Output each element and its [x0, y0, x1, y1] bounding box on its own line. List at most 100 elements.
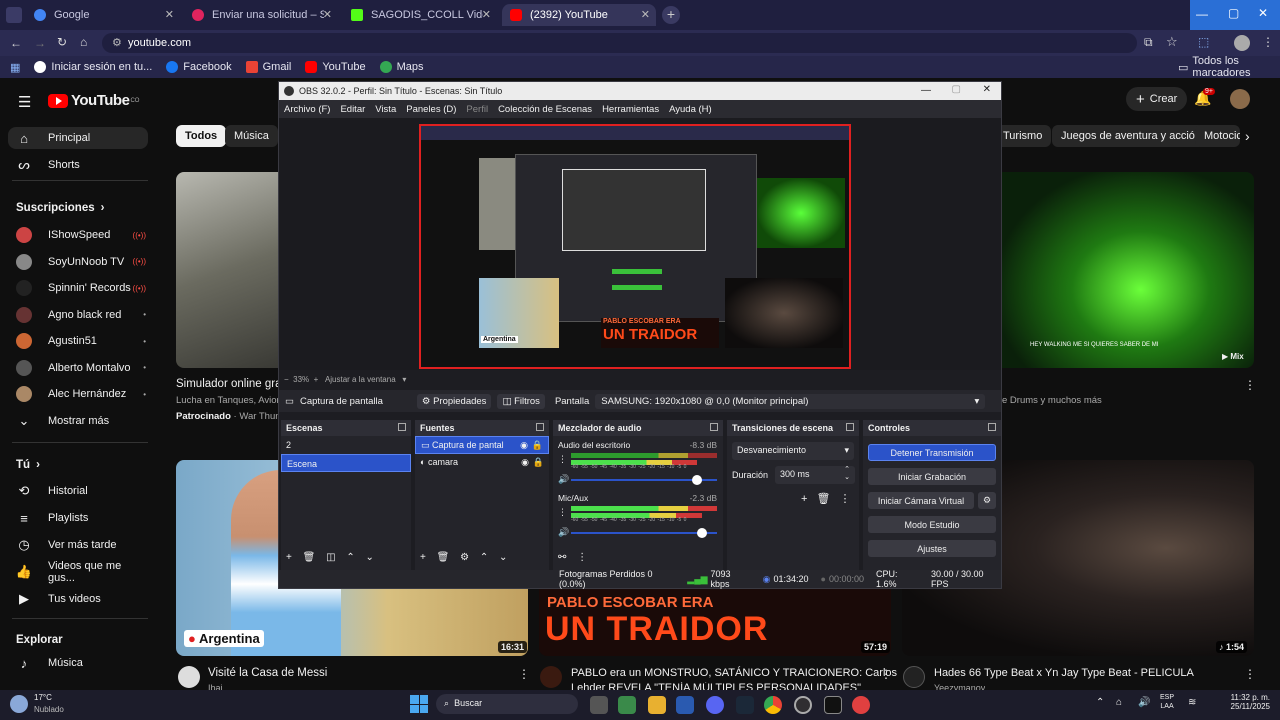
url-bar[interactable]: ⚙ youtube.com: [102, 33, 1137, 53]
chip-tourism[interactable]: Turismo: [994, 125, 1052, 147]
obs-taskbar-icon[interactable]: [794, 696, 812, 714]
chip-all[interactable]: Todos: [176, 125, 227, 147]
chevron-up-icon[interactable]: ⌃: [1096, 697, 1104, 708]
studio-mode-button[interactable]: Modo Estudio: [868, 516, 996, 533]
volume-slider-handle[interactable]: [691, 475, 702, 485]
source-item-camera[interactable]: ◐ camara ◉ 🔒: [415, 454, 549, 472]
weather-icon[interactable]: [10, 695, 28, 713]
stop-streaming-button[interactable]: Detener Transmisión: [868, 444, 996, 461]
close-icon[interactable]: ✕: [323, 8, 332, 21]
sidebar-item-music[interactable]: ♪ Música: [16, 652, 146, 674]
properties-button[interactable]: ⚙ Propiedades: [416, 393, 492, 409]
eye-icon[interactable]: ◉: [521, 457, 529, 468]
chevron-up-icon[interactable]: ⌃: [480, 552, 488, 563]
wifi-icon[interactable]: ≋: [1188, 697, 1196, 708]
gear-icon[interactable]: ⚙: [460, 552, 469, 563]
chrome-icon[interactable]: [764, 696, 782, 714]
sidebar-item-shorts[interactable]: ᔕ Shorts: [16, 154, 146, 176]
show-more[interactable]: ⌄ Mostrar más: [16, 410, 146, 432]
spin-arrows-icon[interactable]: ⌃ ⌄: [844, 466, 850, 482]
chip-adventure-games[interactable]: Juegos de aventura y acción: [1052, 125, 1211, 147]
channel-avatar[interactable]: [903, 666, 925, 688]
sidebar-channel[interactable]: Agustin51 •: [16, 330, 146, 352]
sidebar-channel[interactable]: Alec Hernández •: [16, 383, 146, 405]
bookmark-facebook[interactable]: Facebook: [166, 61, 232, 73]
source-item-screen-capture[interactable]: ▭ Captura de pantal ◉ 🔒: [415, 436, 549, 454]
file-explorer-icon[interactable]: [648, 696, 666, 714]
close-icon[interactable]: ✕: [641, 8, 650, 21]
channel-avatar[interactable]: [178, 666, 200, 688]
chevron-up-icon[interactable]: ⌃: [346, 552, 354, 563]
bookmark-maps[interactable]: Maps: [379, 61, 423, 73]
video-title[interactable]: Visité la Casa de Messi: [208, 667, 327, 679]
network-icon[interactable]: ⌂: [1116, 697, 1122, 708]
trash-icon[interactable]: 🗑: [817, 493, 831, 505]
tab-kick[interactable]: SAGODIS_CCOLL Videos - Web✕: [343, 4, 497, 26]
minimize-icon[interactable]: —: [921, 85, 931, 96]
subscriptions-header[interactable]: Suscripciones ›: [16, 197, 146, 219]
channel-name[interactable]: Ibai: [208, 683, 223, 690]
gear-icon[interactable]: ⚙: [978, 492, 996, 509]
menu-tools[interactable]: Herramientas: [602, 104, 659, 115]
chevron-right-icon[interactable]: ›: [1245, 128, 1250, 144]
start-virtual-camera-button[interactable]: Iniciar Cámara Virtual: [868, 492, 974, 509]
menu-docks[interactable]: Paneles (D): [406, 104, 456, 115]
menu-view[interactable]: Vista: [375, 104, 396, 115]
hamburger-menu-icon[interactable]: ☰: [18, 93, 31, 111]
eye-icon[interactable]: ◉: [520, 440, 528, 451]
chip-music[interactable]: Música: [225, 125, 278, 147]
home-icon[interactable]: ⌂: [80, 35, 87, 49]
kebab-icon[interactable]: ⋮: [577, 552, 587, 563]
video-thumbnail-dirtbike[interactable]: HEY WALKING ME SI QUIERES SABER DE MI ▶ …: [1002, 172, 1254, 368]
create-button[interactable]: + Crear: [1126, 87, 1188, 111]
app-icon[interactable]: [618, 696, 636, 714]
extensions-icon[interactable]: ⬚: [1198, 35, 1209, 49]
more-options-icon[interactable]: ⋮: [1244, 667, 1256, 681]
sidebar-channel[interactable]: Agno black red •: [16, 304, 146, 326]
trash-icon[interactable]: 🗑: [437, 552, 450, 563]
reload-icon[interactable]: ↻: [57, 35, 67, 49]
clock[interactable]: 11:32 p. m. 25/11/2025: [1226, 693, 1270, 711]
sidebar-item-liked[interactable]: 👍 Videos que me gus...: [16, 560, 146, 584]
forward-icon[interactable]: →: [34, 36, 46, 50]
app-icon[interactable]: [852, 696, 870, 714]
task-view-icon[interactable]: [590, 696, 608, 714]
dock-float-icon[interactable]: [536, 423, 544, 431]
close-window-icon[interactable]: ✕: [1258, 6, 1268, 20]
lock-icon[interactable]: 🔒: [533, 457, 544, 468]
video-title[interactable]: Simulador online grat: [176, 378, 285, 390]
bookmark-youtube[interactable]: YouTube: [305, 61, 366, 73]
site-info-icon[interactable]: ⚙: [112, 36, 122, 49]
sidebar-item-your-videos[interactable]: ▶ Tus videos: [16, 588, 146, 610]
speaker-icon[interactable]: 🔊: [558, 527, 569, 538]
sidebar-channel[interactable]: Alberto Montalvo •: [16, 357, 146, 379]
volume-icon[interactable]: 🔊: [1138, 697, 1150, 708]
menu-file[interactable]: Archivo (F): [284, 104, 330, 115]
scene-item[interactable]: 2: [281, 436, 411, 454]
menu-profile[interactable]: Perfil: [466, 104, 488, 115]
filter-icon[interactable]: ◫: [326, 552, 335, 563]
video-thumbnail-tank-sim[interactable]: [176, 172, 278, 368]
store-icon[interactable]: [676, 696, 694, 714]
settings-button[interactable]: Ajustes: [868, 540, 996, 557]
chip-motorcycles[interactable]: Motocicl: [1195, 125, 1240, 147]
menu-icon[interactable]: ⋮: [1262, 35, 1274, 49]
discord-icon[interactable]: [706, 696, 724, 714]
obs-preview[interactable]: Argentina PABLO ESCOBAR ERA UN TRAIDOR: [279, 118, 1001, 370]
bookmark-gmail[interactable]: Gmail: [245, 61, 291, 73]
minimize-icon[interactable]: —: [1196, 7, 1208, 21]
all-bookmarks[interactable]: ▭ Todos los marcadores: [1178, 55, 1280, 79]
video-title[interactable]: Hades 66 Type Beat x Yn Jay Type Beat - …: [934, 667, 1194, 679]
scene-item-selected[interactable]: Escena: [281, 454, 411, 472]
zoom-controls[interactable]: − 33% + Ajustar a la ventana ▾: [284, 375, 406, 384]
tab-youtube[interactable]: (2392) YouTube ✕: [502, 4, 656, 26]
you-header[interactable]: Tú ›: [16, 454, 146, 476]
dock-float-icon[interactable]: [398, 423, 406, 431]
tab-search-icon[interactable]: [6, 7, 22, 23]
channel-avatar[interactable]: [540, 666, 562, 688]
sidebar-channel[interactable]: IShowSpeed ((•)): [16, 224, 146, 246]
dock-float-icon[interactable]: [710, 423, 718, 431]
display-select[interactable]: SAMSUNG: 1920x1080 @ 0,0 (Monitor princi…: [595, 393, 986, 409]
kebab-icon[interactable]: ⋮: [840, 493, 851, 505]
volume-slider-handle[interactable]: [697, 528, 708, 538]
